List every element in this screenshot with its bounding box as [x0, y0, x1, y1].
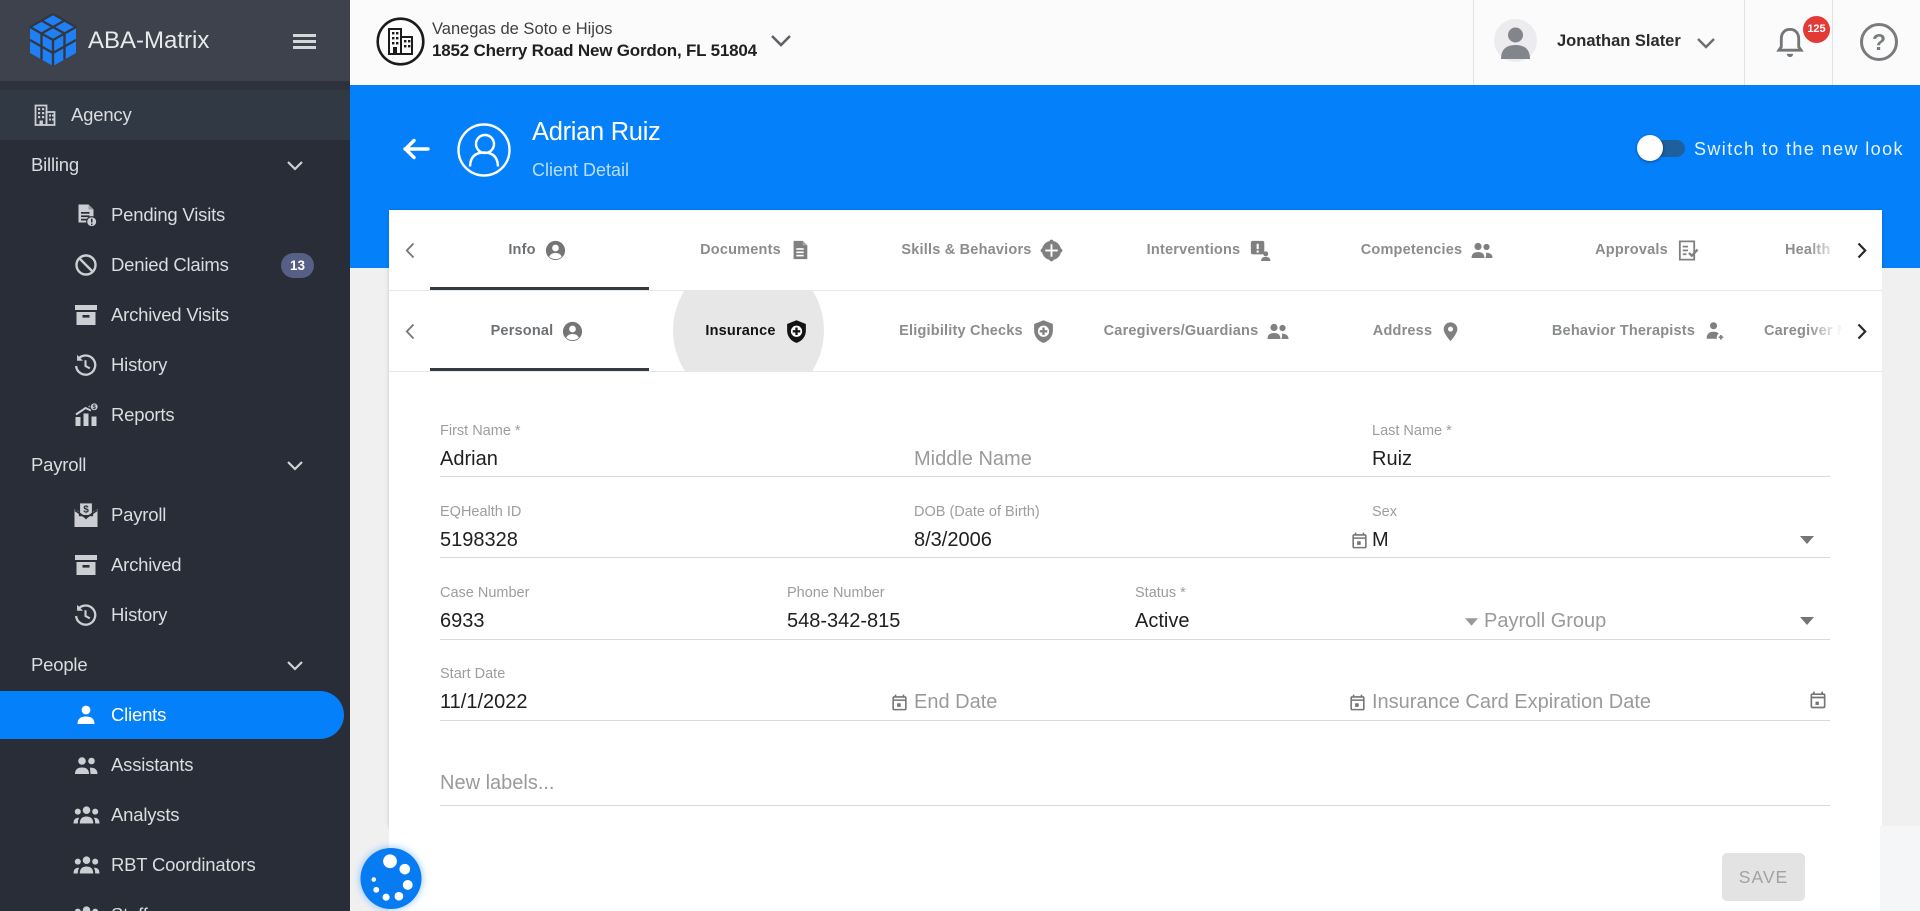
- svg-text:?: ?: [1872, 29, 1886, 55]
- svg-text:$: $: [83, 505, 89, 516]
